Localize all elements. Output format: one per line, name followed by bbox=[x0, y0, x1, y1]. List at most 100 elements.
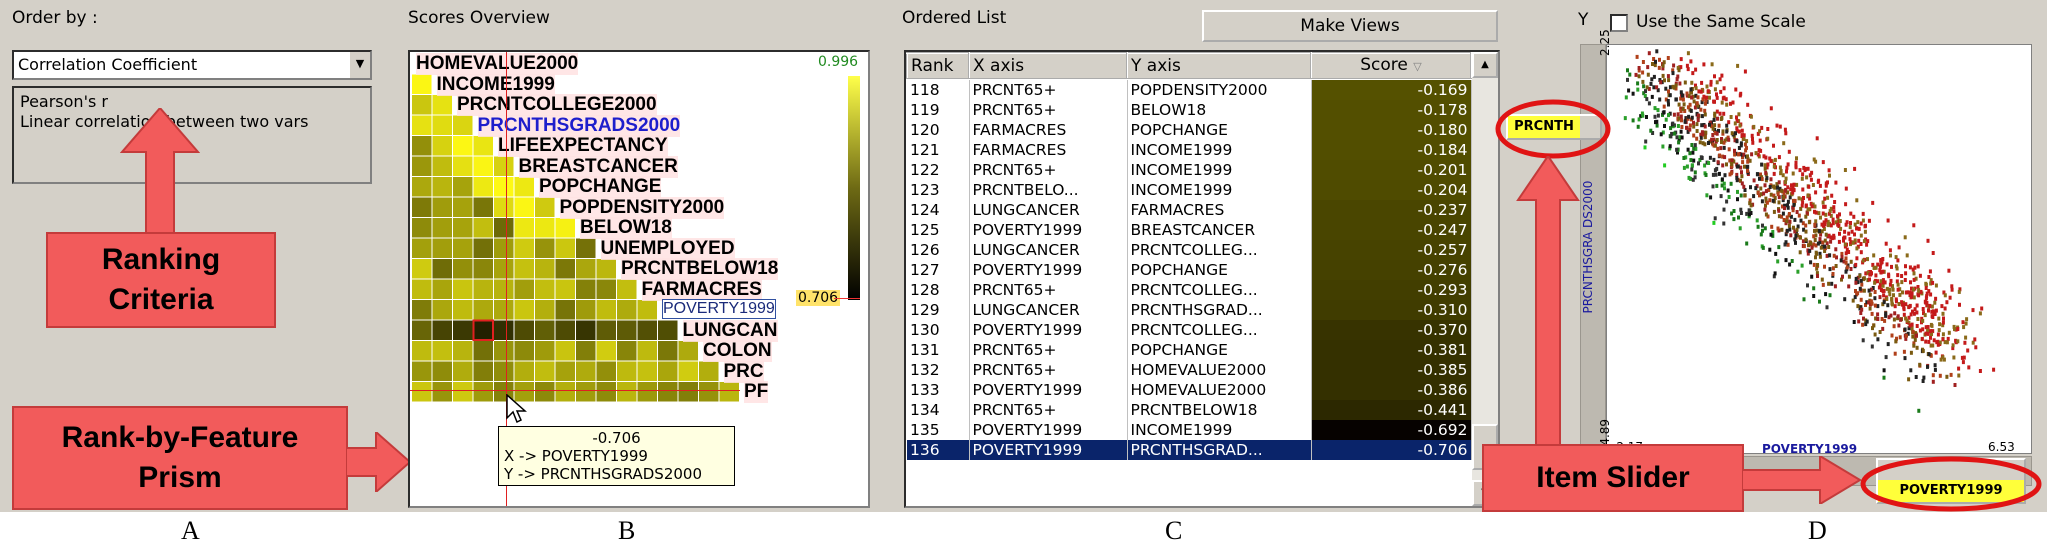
prism-cell[interactable] bbox=[412, 300, 432, 320]
variable-label[interactable]: LIFEEXPECTANCY bbox=[498, 135, 668, 157]
prism-cell[interactable] bbox=[473, 136, 494, 156]
prism-cell[interactable] bbox=[658, 320, 678, 341]
prism-cell[interactable] bbox=[555, 259, 576, 279]
prism-cell[interactable] bbox=[412, 259, 432, 279]
table-row[interactable]: 128 PRCNT65+ PRCNTCOLLEG... -0.293 bbox=[907, 280, 1472, 300]
prism-cell[interactable] bbox=[432, 238, 453, 259]
chevron-down-icon[interactable]: ▼ bbox=[348, 52, 370, 78]
prism-cell[interactable] bbox=[719, 382, 740, 402]
prism-cell[interactable] bbox=[473, 197, 494, 218]
prism-cell[interactable] bbox=[617, 361, 637, 382]
ranking-criterion-select[interactable]: Correlation Coefficient ▼ bbox=[12, 50, 372, 80]
prism-cell[interactable] bbox=[514, 177, 535, 197]
table-row[interactable]: 132 PRCNT65+ HOMEVALUE2000 -0.385 bbox=[907, 360, 1472, 380]
prism-cell[interactable] bbox=[494, 279, 514, 300]
variable-label[interactable]: LUNGCAN bbox=[682, 319, 778, 342]
prism-cell[interactable] bbox=[535, 320, 555, 341]
table-row[interactable]: 129 LUNGCANCER PRCNTHSGRAD... -0.310 bbox=[907, 300, 1472, 320]
prism-cell[interactable] bbox=[596, 341, 617, 361]
prism-cell[interactable] bbox=[473, 259, 494, 279]
prism-cell[interactable] bbox=[453, 279, 473, 300]
prism-cell[interactable] bbox=[678, 361, 699, 382]
prism-cell[interactable] bbox=[514, 300, 535, 320]
table-row[interactable]: 131 PRCNT65+ POPCHANGE -0.381 bbox=[907, 340, 1472, 360]
prism-cell[interactable] bbox=[576, 341, 596, 361]
column-header-score[interactable]: Score ▽ bbox=[1310, 52, 1472, 80]
prism-cell[interactable] bbox=[453, 300, 473, 320]
variable-label[interactable]: PRC bbox=[723, 360, 764, 383]
prism-cell[interactable] bbox=[637, 361, 658, 382]
table-row[interactable]: 130 POVERTY1999 PRCNTCOLLEG... -0.370 bbox=[907, 320, 1472, 340]
prism-cell[interactable] bbox=[555, 341, 576, 361]
prism-cell[interactable] bbox=[637, 320, 658, 341]
variable-label[interactable]: BREASTCANCER bbox=[518, 155, 678, 178]
prism-cell[interactable] bbox=[555, 279, 576, 300]
prism-cell[interactable] bbox=[535, 361, 555, 382]
prism-cell[interactable] bbox=[514, 238, 535, 259]
variable-label[interactable]: POVERTY1999 bbox=[662, 299, 776, 319]
table-row[interactable]: 127 POVERTY1999 POPCHANGE -0.276 bbox=[907, 260, 1472, 280]
prism-cell[interactable] bbox=[596, 279, 617, 300]
prism-cell[interactable] bbox=[576, 300, 596, 320]
prism-cell[interactable] bbox=[412, 341, 432, 361]
column-header-rank[interactable]: Rank bbox=[906, 52, 970, 80]
prism-cell[interactable] bbox=[412, 238, 432, 259]
variable-label[interactable]: PRCNTBELOW18 bbox=[621, 258, 779, 280]
prism-cell[interactable] bbox=[576, 382, 596, 402]
variable-label[interactable]: FARMACRES bbox=[641, 278, 762, 301]
prism-cell[interactable] bbox=[658, 361, 678, 382]
sort-down-icon[interactable]: ▽ bbox=[1413, 60, 1421, 73]
variable-label[interactable]: INCOME1999 bbox=[436, 73, 555, 96]
prism-cell[interactable] bbox=[494, 156, 514, 177]
prism-cell[interactable] bbox=[473, 218, 494, 238]
prism-cell[interactable] bbox=[432, 156, 453, 177]
prism-cell[interactable] bbox=[596, 300, 617, 320]
table-row[interactable]: 134 PRCNT65+ PRCNTBELOW18 -0.441 bbox=[907, 400, 1472, 420]
prism-cell[interactable] bbox=[658, 382, 678, 402]
prism-cell[interactable] bbox=[514, 218, 535, 238]
prism-cell[interactable] bbox=[432, 218, 453, 238]
table-row[interactable]: 126 LUNGCANCER PRCNTCOLLEG... -0.257 bbox=[907, 240, 1472, 260]
table-row[interactable]: 125 POVERTY1999 BREASTCANCER -0.247 bbox=[907, 220, 1472, 240]
prism-cell[interactable] bbox=[432, 177, 453, 197]
prism-cell[interactable] bbox=[473, 341, 494, 361]
prism-cell[interactable] bbox=[432, 197, 453, 218]
prism-cell[interactable] bbox=[432, 115, 453, 136]
table-row[interactable]: 120 FARMACRES POPCHANGE -0.180 bbox=[907, 120, 1472, 140]
prism-cell[interactable] bbox=[596, 361, 617, 382]
prism-cell[interactable] bbox=[535, 382, 555, 402]
prism-cell[interactable] bbox=[514, 259, 535, 279]
prism-cell[interactable] bbox=[637, 300, 658, 320]
prism-cell[interactable] bbox=[432, 259, 453, 279]
prism-cell[interactable] bbox=[555, 300, 576, 320]
prism-cell[interactable] bbox=[494, 197, 514, 218]
prism-cell[interactable] bbox=[576, 238, 596, 259]
prism-cell[interactable] bbox=[412, 197, 432, 218]
prism-cell[interactable] bbox=[637, 382, 658, 402]
prism-cell[interactable] bbox=[494, 218, 514, 238]
prism-cell[interactable] bbox=[453, 320, 473, 341]
prism-cell[interactable] bbox=[576, 361, 596, 382]
variable-label[interactable]: PF bbox=[744, 381, 769, 403]
prism-cell[interactable] bbox=[494, 361, 514, 382]
prism-cell[interactable] bbox=[494, 320, 514, 341]
table-row[interactable]: 136 POVERTY1999 PRCNTHSGRAD... -0.706 bbox=[907, 440, 1472, 460]
prism-cell[interactable] bbox=[617, 320, 637, 341]
prism-cell[interactable] bbox=[432, 300, 453, 320]
prism-cell[interactable] bbox=[576, 279, 596, 300]
prism-cell[interactable] bbox=[555, 361, 576, 382]
table-row[interactable]: 121 FARMACRES INCOME1999 -0.184 bbox=[907, 140, 1472, 160]
prism-cell[interactable] bbox=[412, 74, 432, 95]
prism-cell[interactable] bbox=[412, 361, 432, 382]
prism-cell[interactable] bbox=[453, 341, 473, 361]
prism-cell[interactable] bbox=[432, 320, 453, 341]
prism-cell[interactable] bbox=[535, 197, 555, 218]
prism-cell[interactable] bbox=[555, 320, 576, 341]
prism-cell[interactable] bbox=[514, 320, 535, 341]
prism-cell[interactable] bbox=[412, 115, 432, 136]
same-scale-label[interactable]: Use the Same Scale bbox=[1636, 12, 1806, 32]
prism-cell[interactable] bbox=[453, 218, 473, 238]
column-header-x-axis[interactable]: X axis bbox=[968, 52, 1128, 80]
table-row[interactable]: 119 PRCNT65+ BELOW18 -0.178 bbox=[907, 100, 1472, 120]
prism-cell[interactable] bbox=[596, 320, 617, 341]
